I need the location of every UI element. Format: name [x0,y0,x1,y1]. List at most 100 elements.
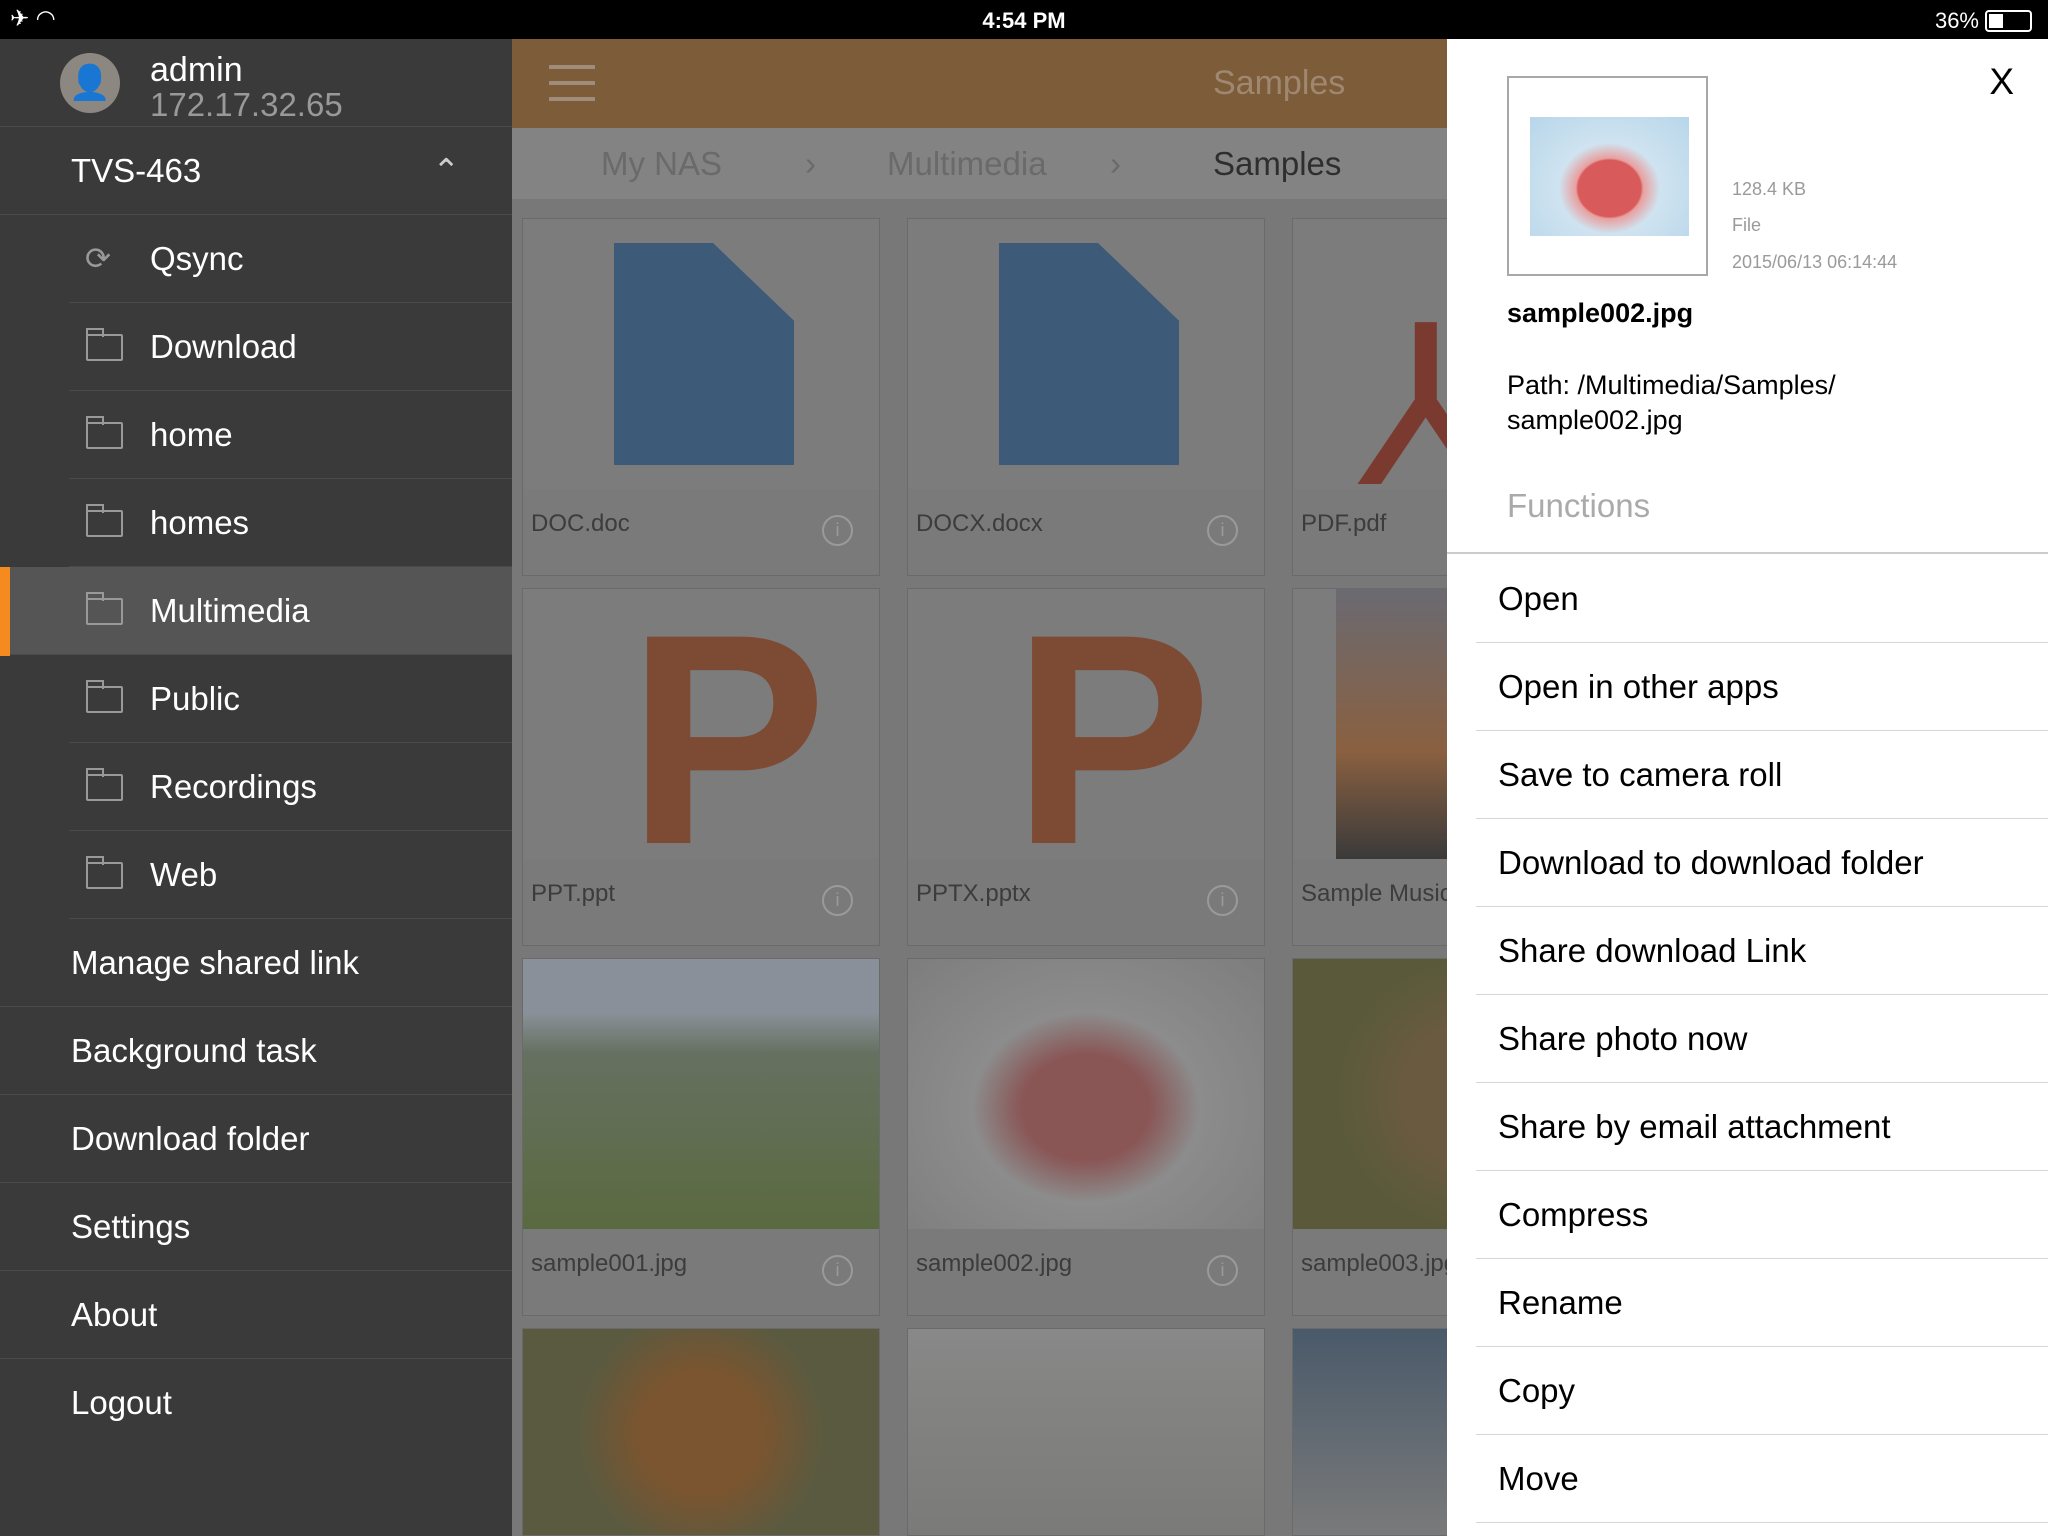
file-tile[interactable]: Sample Music [1292,588,1447,946]
info-icon[interactable]: i [1207,515,1238,546]
info-icon[interactable]: i [822,1255,853,1286]
user-header: 👤 admin 172.17.32.65 [0,39,512,127]
sidebar-item-manage-shared-link[interactable]: Manage shared link [0,919,512,1007]
avatar: 👤 [60,53,120,113]
file-name: DOCX.docx [916,510,1043,537]
close-button[interactable]: X [1989,61,2014,103]
sidebar-item-label: Multimedia [150,591,310,629]
file-name: sample001.jpg [531,1250,688,1277]
sidebar-item-label: About [71,1295,158,1333]
function-move[interactable]: Move [1476,1435,2048,1524]
file-name: PPT.ppt [531,880,616,907]
function-share-by-email-attachment[interactable]: Share by email attachment [1476,1083,2048,1172]
function-label: Move [1498,1459,1579,1497]
header: Samples [512,39,1447,128]
device-header[interactable]: TVS-463 ⌃ [0,127,512,215]
image-thumbnail [523,959,879,1229]
file-name: sample002.jpg [1507,298,1694,328]
function-copy[interactable]: Copy [1476,1347,2048,1436]
sidebar-item-download[interactable]: Download [69,303,512,392]
file-tile[interactable] [907,1328,1265,1536]
file-info-panel: 128.4 KB File 2015/06/13 06:14:44 X samp… [1447,39,2048,1536]
battery-icon [1985,10,2032,32]
file-tile[interactable]: ⅄PDF.pdf [1292,218,1447,576]
file-tile[interactable]: sample002.jpg i [907,958,1265,1316]
sidebar-item-home[interactable]: home [69,391,512,480]
file-name: PPTX.pptx [916,880,1031,907]
sidebar-item-label: Web [150,855,218,893]
file-tile[interactable] [1292,1328,1447,1536]
file-name: DOC.doc [531,510,630,537]
file-date: 2015/06/13 06:14:44 [1732,252,1898,272]
file-browser: Samples My NAS › Multimedia › Samples DO… [512,39,1447,1536]
function-share-photo-now[interactable]: Share photo now [1476,995,2048,1084]
function-open[interactable]: Open [1476,555,2048,643]
sidebar-item-homes[interactable]: homes [69,479,512,568]
sidebar-item-web[interactable]: Web [69,831,512,920]
divider [1447,552,2048,554]
chevron-right-icon: › [805,145,816,182]
sidebar-item-label: Manage shared link [71,943,360,981]
menu-icon[interactable] [549,65,595,113]
document-icon [999,243,1179,465]
user-ip: 172.17.32.65 [150,86,343,123]
function-rename[interactable]: Rename [1476,1259,2048,1348]
page-title: Samples [1213,64,1346,102]
image-thumbnail [908,1329,1264,1535]
sidebar-item-logout[interactable]: Logout [0,1359,512,1447]
device-name: TVS-463 [71,151,202,189]
info-icon[interactable]: i [822,885,853,916]
sidebar-item-label: home [150,415,233,453]
info-icon[interactable]: i [1207,885,1238,916]
function-label: Open in other apps [1498,667,1779,705]
breadcrumb-samples: Samples [1213,145,1342,182]
sidebar: 👤 admin 172.17.32.65 TVS-463 ⌃ ⟳ Qsync Downl… [0,39,512,1536]
sidebar-item-download-folder[interactable]: Download folder [0,1095,512,1184]
sidebar-item-label: Recordings [150,767,317,805]
file-tile[interactable] [522,1328,880,1536]
status-time: 4:54 PM [982,8,1066,33]
folder-icon [86,416,123,450]
function-label: Share by email attachment [1498,1107,1891,1145]
file-tile[interactable]: P PPT.ppt i [522,588,880,946]
powerpoint-icon: P [627,588,828,907]
file-tile[interactable]: DOCX.docx i [907,218,1265,576]
sidebar-item-public[interactable]: Public [69,655,512,744]
file-size: 128.4 KB [1732,179,1807,199]
sidebar-item-settings[interactable]: Settings [0,1183,512,1272]
battery-percent: 36% [1934,8,1979,33]
function-compress[interactable]: Compress [1476,1171,2048,1260]
sidebar-item-label: homes [150,503,250,541]
function-save-to-camera-roll[interactable]: Save to camera roll [1476,731,2048,820]
folder-icon [86,680,123,714]
image-thumbnail [1293,959,1447,1229]
function-label: Share photo now [1498,1019,1748,1057]
qsync-icon: ⟳ [85,240,111,276]
image-thumbnail [1336,589,1447,859]
function-open-in-other-apps[interactable]: Open in other apps [1476,643,2048,732]
folder-icon [86,328,123,362]
sidebar-item-label: Download [150,327,297,365]
breadcrumb-my-nas[interactable]: My NAS [601,145,722,183]
sidebar-item-background-task[interactable]: Background task [0,1007,512,1096]
chevron-up-icon[interactable]: ⌃ [432,151,460,190]
sidebar-item-qsync[interactable]: ⟳ Qsync [69,215,512,303]
sidebar-item-label: Download folder [71,1119,310,1157]
function-share-download-link[interactable]: Share download Link [1476,907,2048,996]
sidebar-item-label: Qsync [150,239,244,277]
function-download-to-download-folder[interactable]: Download to download folder [1476,819,2048,908]
info-icon[interactable]: i [1207,1255,1238,1286]
breadcrumb-multimedia[interactable]: Multimedia [887,145,1047,183]
sidebar-item-recordings[interactable]: Recordings [69,743,512,832]
file-tile[interactable]: DOC.doc i [522,218,880,576]
file-thumbnail [1507,76,1708,276]
chevron-right-icon: › [1110,145,1121,182]
file-name: PDF.pdf [1301,510,1387,537]
file-tile[interactable]: sample001.jpg i [522,958,880,1316]
file-tile[interactable]: P PPTX.pptx i [907,588,1265,946]
sidebar-item-about[interactable]: About [0,1271,512,1360]
info-icon[interactable]: i [822,515,853,546]
pdf-icon: ⅄ [1358,297,1447,519]
sidebar-item-multimedia[interactable]: Multimedia [10,567,512,656]
file-tile[interactable]: sample003.jpg [1292,958,1447,1316]
